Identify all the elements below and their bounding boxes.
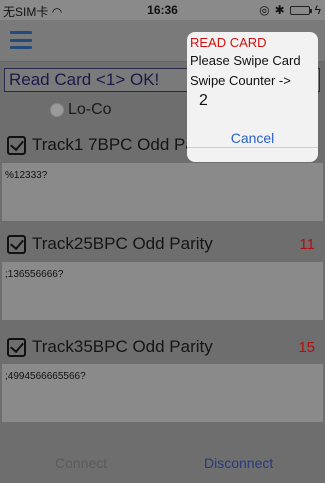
track1-data: %12333? xyxy=(5,170,48,181)
track2-label: Track25BPC Odd Parity xyxy=(32,234,213,253)
bluetooth-icon: ✱ xyxy=(274,3,285,17)
track3-label: Track35BPC Odd Parity xyxy=(32,337,213,356)
charging-icon: ϟ xyxy=(314,3,321,17)
track3-data: ;4994566665566? xyxy=(5,371,86,382)
alert-counter-value: 2 xyxy=(199,92,208,109)
track2-data-box: ;136556666? xyxy=(2,262,323,320)
alarm-icon: ◎ xyxy=(259,3,270,17)
track2-data: ;136556666? xyxy=(5,269,64,280)
alert-divider xyxy=(187,147,318,148)
status-bar: 无SIM卡 ◠ 16:36 ◎ ✱ ϟ xyxy=(0,0,325,20)
radio-label: Lo-Co xyxy=(68,101,112,118)
alert-title: READ CARD xyxy=(190,35,267,50)
lo-co-radio[interactable]: Lo-Co xyxy=(50,101,112,119)
track2-header: Track25BPC Odd Parity 11 xyxy=(0,229,325,259)
track1-data-box: %12333? xyxy=(2,163,323,221)
track3-checkbox[interactable] xyxy=(7,337,26,357)
disconnect-button[interactable]: Disconnect xyxy=(204,455,273,471)
hamburger-menu-icon[interactable] xyxy=(10,31,32,49)
connect-button[interactable]: Connect xyxy=(55,455,107,471)
track3-header: Track35BPC Odd Parity 15 xyxy=(0,332,325,362)
track3-data-box: ;4994566665566? xyxy=(2,364,323,422)
alert-message: Please Swipe Card xyxy=(190,53,301,68)
radio-dot-icon[interactable] xyxy=(50,103,64,117)
track2-checkbox[interactable] xyxy=(7,234,26,254)
cancel-button[interactable]: Cancel xyxy=(187,130,318,146)
track1-checkbox[interactable] xyxy=(7,135,26,155)
alert-counter-label: Swipe Counter -> xyxy=(190,73,291,88)
status-icons: ◎ ✱ ϟ xyxy=(259,3,321,17)
read-card-alert: READ CARD Please Swipe Card Swipe Counte… xyxy=(187,32,318,162)
battery-icon xyxy=(289,5,312,15)
track2-count: 11 xyxy=(299,235,315,253)
track3-count: 15 xyxy=(298,338,315,356)
